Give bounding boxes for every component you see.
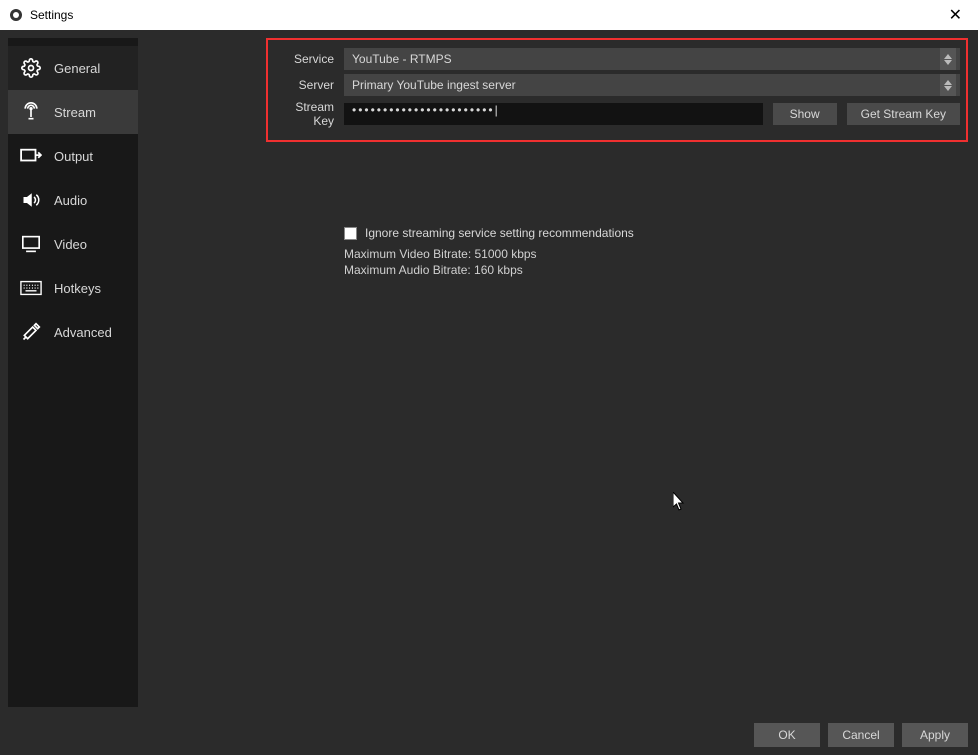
chevron-updown-icon [940, 74, 956, 96]
max-video-bitrate: Maximum Video Bitrate: 51000 kbps [344, 246, 968, 262]
get-stream-key-button[interactable]: Get Stream Key [847, 103, 960, 125]
antenna-icon [18, 102, 44, 122]
sidebar-item-label: Audio [54, 193, 87, 208]
ok-button[interactable]: OK [754, 723, 820, 747]
sidebar-item-label: General [54, 61, 100, 76]
monitor-icon [18, 234, 44, 254]
apply-button[interactable]: Apply [902, 723, 968, 747]
window-title: Settings [30, 8, 73, 22]
output-icon [18, 146, 44, 166]
keyboard-icon [18, 278, 44, 298]
server-value: Primary YouTube ingest server [352, 78, 516, 92]
sidebar-item-advanced[interactable]: Advanced [8, 310, 138, 354]
close-icon[interactable]: ✕ [941, 5, 970, 25]
tools-icon [18, 322, 44, 342]
sidebar-item-audio[interactable]: Audio [8, 178, 138, 222]
sidebar-item-label: Hotkeys [54, 281, 101, 296]
sidebar-item-output[interactable]: Output [8, 134, 138, 178]
highlight-box: Service YouTube - RTMPS Server Primary Y… [266, 38, 968, 142]
app-icon [8, 7, 24, 23]
service-row: Service YouTube - RTMPS [274, 48, 960, 70]
sidebar-item-label: Stream [54, 105, 96, 120]
sidebar-item-general[interactable]: General [8, 46, 138, 90]
ignore-label: Ignore streaming service setting recomme… [365, 226, 634, 240]
content-pane: Service YouTube - RTMPS Server Primary Y… [138, 30, 978, 715]
cursor-icon [673, 492, 687, 512]
streamkey-row: Stream Key •••••••••••••••••••••••| Show… [274, 100, 960, 128]
window-body: General Stream Output Audio Video [0, 30, 978, 715]
streamkey-value: •••••••••••••••••••••••| [352, 103, 500, 117]
chevron-updown-icon [940, 48, 956, 70]
titlebar: Settings ✕ [0, 0, 978, 30]
checkbox-icon[interactable] [344, 227, 357, 240]
gear-icon [18, 58, 44, 78]
service-value: YouTube - RTMPS [352, 52, 452, 66]
sidebar-item-label: Output [54, 149, 93, 164]
recommendations-block: Ignore streaming service setting recomme… [344, 226, 968, 278]
ignore-checkbox-row[interactable]: Ignore streaming service setting recomme… [344, 226, 968, 240]
sidebar-item-label: Video [54, 237, 87, 252]
show-button[interactable]: Show [773, 103, 837, 125]
server-label: Server [274, 78, 334, 92]
streamkey-input[interactable]: •••••••••••••••••••••••| [344, 103, 763, 125]
sidebar-item-hotkeys[interactable]: Hotkeys [8, 266, 138, 310]
server-row: Server Primary YouTube ingest server [274, 74, 960, 96]
sidebar: General Stream Output Audio Video [8, 38, 138, 707]
server-dropdown[interactable]: Primary YouTube ingest server [344, 74, 960, 96]
speaker-icon [18, 190, 44, 210]
cancel-button[interactable]: Cancel [828, 723, 894, 747]
max-audio-bitrate: Maximum Audio Bitrate: 160 kbps [344, 262, 968, 278]
streamkey-label: Stream Key [274, 100, 334, 128]
sidebar-item-stream[interactable]: Stream [8, 90, 138, 134]
service-label: Service [274, 52, 334, 66]
service-dropdown[interactable]: YouTube - RTMPS [344, 48, 960, 70]
sidebar-item-label: Advanced [54, 325, 112, 340]
sidebar-item-video[interactable]: Video [8, 222, 138, 266]
footer: OK Cancel Apply [0, 715, 978, 755]
